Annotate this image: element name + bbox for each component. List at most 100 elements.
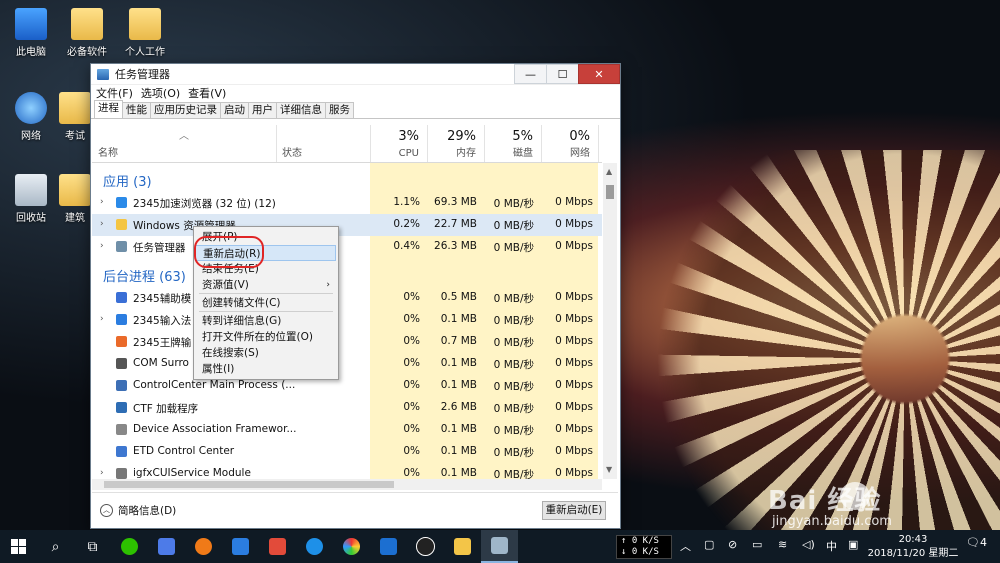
taskbar-qq[interactable] bbox=[407, 530, 444, 563]
desktop-icon-software[interactable]: 必备软件 bbox=[59, 8, 115, 58]
process-icon bbox=[116, 468, 127, 479]
battery-icon[interactable]: ▭ bbox=[752, 538, 762, 551]
network-value: 0 Mbps bbox=[555, 445, 593, 457]
tab-app-history[interactable]: 应用历史记录 bbox=[150, 102, 221, 118]
context-menu-item[interactable]: 创建转储文件(C) bbox=[195, 295, 336, 311]
close-button[interactable]: ✕ bbox=[578, 64, 620, 84]
table-row[interactable]: › Windows 资源管理器 0.2% 22.7 MB 0 MB/秒 0 Mbps bbox=[92, 214, 602, 236]
cpu-value: 1.1% bbox=[393, 196, 420, 208]
maximize-button[interactable]: ☐ bbox=[546, 64, 579, 84]
menu-view[interactable]: 查看(V) bbox=[188, 85, 226, 101]
expand-chevron-icon[interactable]: › bbox=[100, 241, 104, 251]
scroll-up-icon[interactable]: ▲ bbox=[606, 167, 612, 176]
tray-icon[interactable]: ⊘ bbox=[728, 538, 737, 551]
context-menu-item[interactable]: 转到详细信息(G) bbox=[195, 313, 336, 329]
column-cpu-header[interactable]: 3% CPU bbox=[370, 125, 428, 162]
taskbar-app-3[interactable] bbox=[185, 530, 222, 563]
context-menu-item[interactable]: 属性(I) bbox=[195, 361, 336, 377]
expand-chevron-icon[interactable]: › bbox=[100, 219, 104, 229]
cpu-value: 0% bbox=[403, 313, 420, 325]
taskbar-app-7[interactable] bbox=[333, 530, 370, 563]
notification-count: 4 bbox=[979, 536, 987, 549]
restart-button[interactable]: 重新启动(E) bbox=[542, 501, 606, 520]
search-button[interactable]: ⌕ bbox=[37, 530, 74, 563]
menu-options[interactable]: 选项(O) bbox=[141, 85, 180, 101]
input-method-icon[interactable]: ▣ bbox=[848, 538, 858, 551]
desktop-icon-computer[interactable]: 此电脑 bbox=[3, 8, 59, 58]
taskbar-ie[interactable] bbox=[296, 530, 333, 563]
context-menu-item[interactable]: 资源值(V) › bbox=[195, 277, 336, 293]
network-value: 0 Mbps bbox=[555, 467, 593, 479]
fewer-details-link[interactable]: ︿ 简略信息(D) bbox=[100, 503, 176, 518]
tray-icon[interactable]: ▢ bbox=[704, 538, 714, 551]
expand-chevron-icon[interactable]: › bbox=[100, 197, 104, 207]
menu-bar: 文件(F) 选项(O) 查看(V) bbox=[91, 85, 620, 101]
wifi-icon[interactable]: ≋ bbox=[778, 538, 787, 551]
taskbar-app-4[interactable] bbox=[222, 530, 259, 563]
column-network-header[interactable]: 0% 网络 bbox=[541, 125, 599, 162]
column-name-header[interactable]: ︿ 名称 bbox=[92, 125, 277, 162]
table-row[interactable]: ControlCenter Main Process (... 0% 0.1 MB 0… bbox=[92, 375, 602, 397]
taskbar-wechat[interactable] bbox=[111, 530, 148, 563]
tab-services[interactable]: 服务 bbox=[325, 102, 354, 118]
title-bar[interactable]: 任务管理器 — ☐ ✕ bbox=[91, 64, 620, 85]
desktop-icon-label: 个人工作 bbox=[125, 47, 165, 58]
table-row[interactable]: 2345辅助模 0% 0.5 MB 0 MB/秒 0 Mbps bbox=[92, 287, 602, 309]
taskbar-task-manager[interactable] bbox=[481, 530, 518, 563]
ime-indicator[interactable]: 中 bbox=[826, 538, 837, 554]
memory-value: 0.1 MB bbox=[440, 313, 477, 325]
scroll-down-icon[interactable]: ▼ bbox=[606, 465, 612, 474]
table-row[interactable]: › 任务管理器 0.4% 26.3 MB 0 MB/秒 0 Mbps bbox=[92, 236, 602, 258]
browser-icon bbox=[306, 538, 323, 555]
menu-separator bbox=[199, 311, 333, 312]
desktop-icon-architecture[interactable]: 建筑 bbox=[55, 174, 95, 224]
scrollbar-thumb[interactable] bbox=[104, 481, 394, 488]
process-name: 2345输入法 bbox=[133, 315, 192, 327]
vertical-scrollbar[interactable]: ▲ ▼ bbox=[603, 163, 617, 479]
context-menu-item[interactable]: 打开文件所在的位置(O) bbox=[195, 329, 336, 345]
action-center-button[interactable]: 🗨4 bbox=[966, 536, 988, 556]
table-row[interactable]: › 2345加速浏览器 (32 位) (12) 1.1% 69.3 MB 0 MB/秒 0… bbox=[92, 192, 602, 214]
table-row[interactable]: ETD Control Center 0% 0.1 MB 0 MB/秒 0 Mbps bbox=[92, 441, 602, 463]
clock[interactable]: 20:43 2018/11/20 星期二 bbox=[866, 533, 960, 561]
task-view-button[interactable]: ⧉ bbox=[74, 530, 111, 563]
tab-users[interactable]: 用户 bbox=[248, 102, 277, 118]
table-row[interactable]: Device Association Framewor... 0% 0.1 MB 0 … bbox=[92, 419, 602, 441]
cpu-value: 0% bbox=[403, 379, 420, 391]
table-row[interactable]: CTF 加载程序 0% 2.6 MB 0 MB/秒 0 Mbps bbox=[92, 397, 602, 419]
network-icon bbox=[15, 92, 47, 124]
taskbar-app-5[interactable] bbox=[259, 530, 296, 563]
desktop-icon-exam[interactable]: 考试 bbox=[55, 92, 95, 142]
watermark-url: jingyan.baidu.com bbox=[772, 514, 892, 529]
show-hidden-icons[interactable]: ︿ bbox=[680, 538, 691, 554]
app-icon bbox=[195, 538, 212, 555]
process-icon bbox=[116, 358, 127, 369]
taskbar-app-2[interactable] bbox=[148, 530, 185, 563]
table-row[interactable]: › igfxCUIService Module 0% 0.1 MB 0 MB/秒 0 Mb… bbox=[92, 463, 602, 479]
tab-details[interactable]: 详细信息 bbox=[276, 102, 326, 118]
table-row[interactable]: › 2345输入法 0% 0.1 MB 0 MB/秒 0 Mbps bbox=[92, 309, 602, 331]
taskbar-app-8[interactable] bbox=[370, 530, 407, 563]
column-memory-header[interactable]: 29% 内存 bbox=[427, 125, 485, 162]
minimize-button[interactable]: — bbox=[514, 64, 547, 84]
expand-chevron-icon[interactable]: › bbox=[100, 468, 104, 478]
column-disk-header[interactable]: 5% 磁盘 bbox=[484, 125, 542, 162]
tab-startup[interactable]: 启动 bbox=[220, 102, 249, 118]
volume-icon[interactable]: ◁) bbox=[802, 538, 815, 551]
context-menu-item[interactable]: 在线搜索(S) bbox=[195, 345, 336, 361]
tab-performance[interactable]: 性能 bbox=[122, 102, 151, 118]
app-icon bbox=[269, 538, 286, 555]
scrollbar-thumb[interactable] bbox=[606, 185, 614, 199]
tab-processes[interactable]: 进程 bbox=[94, 100, 123, 118]
menu-file[interactable]: 文件(F) bbox=[96, 85, 133, 101]
expand-chevron-icon[interactable]: › bbox=[100, 314, 104, 324]
taskbar-explorer[interactable] bbox=[444, 530, 481, 563]
table-row[interactable]: COM Surro 0% 0.1 MB 0 MB/秒 0 Mbps bbox=[92, 353, 602, 375]
column-status-header[interactable]: 状态 bbox=[276, 125, 371, 162]
desktop-icon-recycle-bin[interactable]: 回收站 bbox=[3, 174, 59, 224]
horizontal-scrollbar[interactable] bbox=[92, 479, 602, 490]
table-row[interactable]: 2345王牌输 0% 0.7 MB 0 MB/秒 0 Mbps bbox=[92, 331, 602, 353]
desktop-icon-network[interactable]: 网络 bbox=[3, 92, 59, 142]
desktop-icon-personal-work[interactable]: 个人工作 bbox=[117, 8, 173, 58]
start-button[interactable] bbox=[0, 530, 37, 563]
